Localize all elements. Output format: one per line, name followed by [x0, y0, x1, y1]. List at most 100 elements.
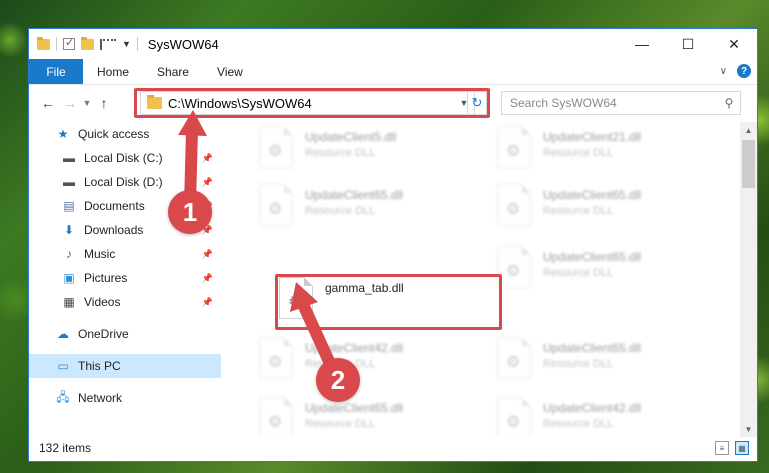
file-name: UpdateClient21.dll [543, 130, 642, 144]
dll-file-icon: ⚙ [259, 337, 293, 379]
dll-file-icon: ⚙ [497, 184, 531, 226]
file-item[interactable]: ⚙ UpdateClient65.dll Resource DLL [497, 184, 717, 234]
file-type: Resource DLL [543, 358, 614, 370]
music-icon: ♪ [66, 247, 72, 261]
maximize-button[interactable]: ☐ [665, 29, 711, 59]
file-name: UpdateClient42.dll [305, 341, 404, 355]
file-list: ⚙ UpdateClient5.dll Resource DLL ⚙ Update… [239, 122, 734, 437]
window-title: SysWOW64 [147, 36, 219, 52]
dll-file-icon: ⚙ [497, 337, 531, 379]
sidebar-item-label: Network [78, 391, 123, 405]
tab-home[interactable]: Home [83, 59, 143, 84]
sidebar-item-label: Local Disk (C:) [84, 151, 163, 165]
file-name: UpdateClient65.dll [305, 401, 404, 415]
tab-share[interactable]: Share [143, 59, 203, 84]
expand-ribbon-icon[interactable]: ∨ [720, 66, 727, 77]
divider [56, 37, 57, 51]
dll-file-icon: ⚙ [259, 126, 293, 168]
sidebar-item-videos[interactable]: ▦ Videos 📌 [29, 290, 221, 314]
file-name: UpdateClient65.dll [543, 341, 642, 355]
file-explorer-window: ▼ SysWOW64 — ☐ ✕ File Home Share View ∨ … [28, 28, 758, 462]
sidebar-item-this-pc[interactable]: ▭ This PC [29, 354, 221, 378]
file-name: UpdateClient5.dll [305, 130, 397, 144]
file-item[interactable]: ⚙ UpdateClient65.dll Resource DLL [497, 246, 717, 296]
pin-icon[interactable]: 📌 [202, 177, 213, 188]
close-button[interactable]: ✕ [711, 29, 757, 59]
sidebar-item-network[interactable]: 🖧 Network [29, 386, 221, 410]
sidebar-item-label: Downloads [84, 223, 144, 237]
forward-arrow-icon[interactable]: → [59, 95, 81, 111]
file-item[interactable]: ⚙ UpdateClient42.dllResource DLL [259, 337, 479, 387]
file-item[interactable]: ⚙ UpdateClient42.dllResource DLL [497, 397, 717, 437]
sidebar-item-music[interactable]: ♪ Music 📌 [29, 242, 221, 266]
file-name: UpdateClient65.dll [543, 188, 642, 202]
ribbon-tabs: File Home Share View ∨ ? [29, 59, 757, 85]
sidebar-item-label: This PC [78, 359, 121, 373]
pin-icon[interactable]: 📌 [202, 153, 213, 164]
back-arrow-icon[interactable]: ← [37, 95, 59, 111]
scrollbar-thumb[interactable] [742, 140, 755, 188]
file-item[interactable]: ⚙ UpdateClient65.dll Resource DLL [497, 337, 717, 387]
quick-access-toolbar: ▼ [29, 36, 138, 51]
file-type: Resource DLL [305, 205, 376, 217]
file-type: Resource DLL [543, 147, 614, 159]
properties-check-icon[interactable] [63, 36, 75, 50]
item-count: 132 items [39, 441, 92, 455]
folder-icon[interactable] [37, 36, 50, 50]
navigation-bar: ← → ▼ ↑ C:\Windows\SysWOW64 ▼ ↻ Search S… [29, 85, 757, 121]
file-item[interactable]: ⚙ UpdateClient21.dll Resource DLL [497, 126, 717, 176]
file-name: UpdateClient65.dll [305, 188, 404, 202]
status-bar: 132 items ≡ ▦ [29, 435, 757, 461]
dll-file-icon: ⚙ [259, 397, 293, 437]
sidebar-item-local-disk-c[interactable]: ▬ Local Disk (C:) 📌 [29, 146, 221, 170]
downloads-icon: ⬇ [63, 223, 75, 237]
pin-icon[interactable]: 📌 [202, 273, 213, 284]
file-type: Resource DLL [543, 205, 614, 217]
pin-icon[interactable]: 📌 [202, 297, 213, 308]
onedrive-icon: ☁ [57, 327, 69, 341]
tab-file[interactable]: File [29, 59, 83, 84]
search-icon[interactable]: ⚲ [718, 96, 740, 110]
file-type: Resource DLL [543, 267, 614, 279]
callout-badge-2: 2 [316, 358, 360, 402]
star-icon: ★ [57, 127, 69, 141]
window-controls: — ☐ ✕ [619, 29, 757, 59]
customize-icon[interactable] [100, 38, 116, 50]
recent-locations-chevron-icon[interactable]: ▼ [81, 98, 93, 108]
tab-view[interactable]: View [203, 59, 257, 84]
details-view-icon[interactable]: ≡ [715, 441, 729, 455]
vertical-scrollbar[interactable]: ▲ ▼ [740, 122, 757, 437]
dll-file-icon: ⚙ [497, 126, 531, 168]
highlight-box-file [275, 274, 502, 330]
pin-icon[interactable]: 📌 [202, 249, 213, 260]
search-input[interactable]: Search SysWOW64 [502, 96, 718, 110]
title-bar: ▼ SysWOW64 — ☐ ✕ [29, 29, 757, 59]
divider [136, 37, 138, 51]
up-arrow-icon[interactable]: ↑ [93, 95, 115, 111]
search-box[interactable]: Search SysWOW64 ⚲ [501, 91, 741, 115]
file-type: Resource DLL [543, 418, 614, 430]
navigation-pane: ★ Quick access ▬ Local Disk (C:) 📌 ▬ Loc… [29, 122, 221, 437]
sidebar-item-pictures[interactable]: ▣ Pictures 📌 [29, 266, 221, 290]
sidebar-item-label: Pictures [84, 271, 128, 285]
pictures-icon: ▣ [63, 271, 75, 285]
chevron-down-icon[interactable]: ▼ [122, 39, 131, 49]
file-item[interactable]: ⚙ UpdateClient5.dll Resource DLL [259, 126, 479, 176]
dll-file-icon: ⚙ [259, 184, 293, 226]
minimize-button[interactable]: — [619, 29, 665, 59]
tiles-view-icon[interactable]: ▦ [735, 441, 749, 455]
file-type: Resource DLL [305, 147, 376, 159]
sidebar-item-quick-access[interactable]: ★ Quick access [29, 122, 221, 146]
file-item[interactable]: ⚙ UpdateClient65.dll Resource DLL [259, 184, 479, 234]
sidebar-item-onedrive[interactable]: ☁ OneDrive [29, 322, 221, 346]
file-name: UpdateClient65.dll [543, 250, 642, 264]
callout-badge-1: 1 [168, 190, 212, 234]
file-item[interactable]: ⚙ UpdateClient65.dll Resource DLL [259, 397, 479, 437]
drive-icon: ▬ [63, 151, 75, 165]
new-folder-icon[interactable] [81, 36, 94, 50]
file-name: UpdateClient42.dll [543, 401, 642, 415]
ribbon-actions: ∨ ? [720, 64, 751, 78]
help-icon[interactable]: ? [737, 64, 751, 78]
sidebar-item-label: Quick access [78, 127, 150, 141]
scroll-up-icon[interactable]: ▲ [740, 122, 757, 138]
